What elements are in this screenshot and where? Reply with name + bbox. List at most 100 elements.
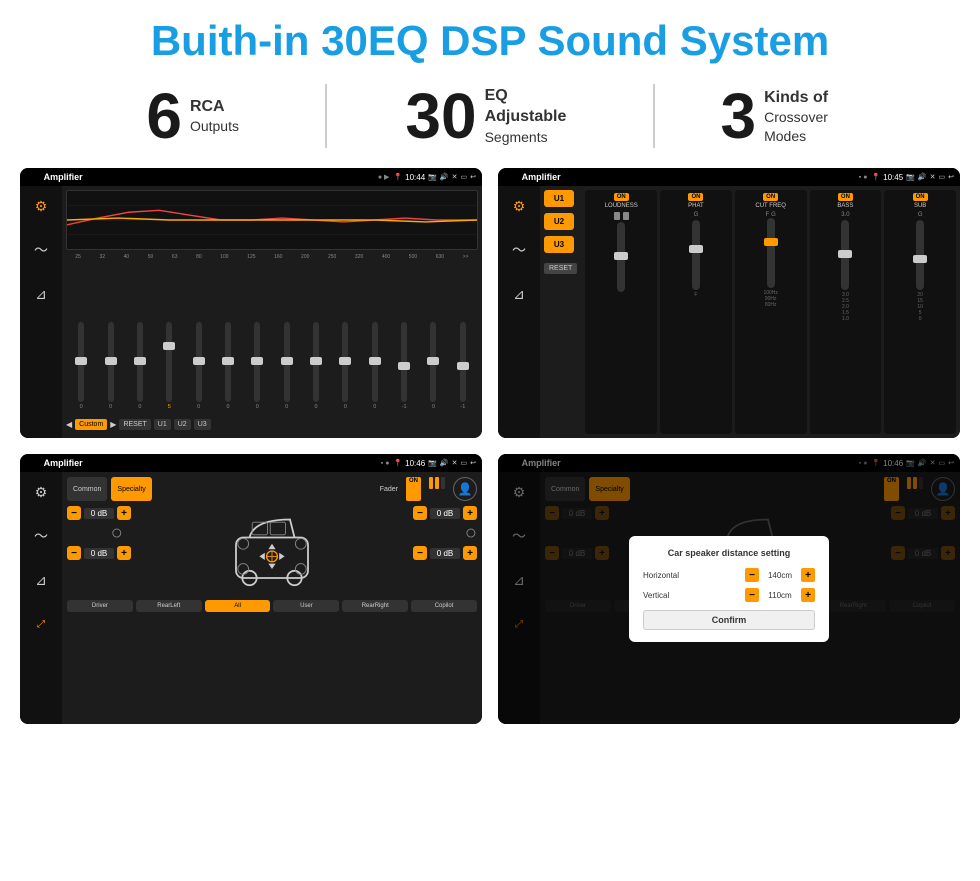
reset-btn[interactable]: RESET — [119, 419, 150, 430]
home-icon[interactable]: ⌂ — [504, 168, 514, 186]
all-btn[interactable]: All — [205, 600, 271, 612]
slider-track[interactable] — [460, 322, 466, 402]
cutfreq-slider[interactable] — [767, 218, 775, 288]
volume-icon[interactable]: ⊿ — [27, 280, 55, 308]
dsp-sidebar: ⚙ 〜 ⊿ — [498, 186, 540, 438]
u2-btn[interactable]: U2 — [174, 419, 191, 430]
slider-track[interactable] — [108, 322, 114, 402]
vol-plus-2[interactable]: + — [117, 546, 131, 560]
eq-sliders: 0 0 0 5 0 — [66, 262, 478, 410]
stat-rca: 6 RCA Outputs — [60, 84, 325, 148]
slider-track[interactable] — [430, 322, 436, 402]
dsp-reset-btn[interactable]: RESET — [544, 263, 577, 274]
slider-track[interactable] — [196, 322, 202, 402]
slider-track[interactable] — [401, 322, 407, 402]
loudness-slider[interactable] — [617, 222, 625, 292]
eq-icon[interactable]: ⚙ — [27, 192, 55, 220]
bass-label: BASS — [837, 203, 853, 209]
stats-row: 6 RCA Outputs 30 EQ Adjustable Segments … — [0, 74, 980, 162]
wave-icon[interactable]: 〜 — [27, 236, 55, 264]
eq-slider-col: 0 — [97, 322, 123, 410]
slider-track[interactable] — [284, 322, 290, 402]
statusbar-icons: 📍 10:44 📷 🔊 ✕ ▭ ↩ — [393, 173, 476, 182]
dsp-sub: ON SUB G 20151050 — [884, 190, 956, 434]
vol-plus-4[interactable]: + — [463, 546, 477, 560]
prev-arrow[interactable]: ◀ — [66, 420, 72, 429]
common-tab[interactable]: Common — [67, 477, 107, 501]
custom-btn[interactable]: Custom — [75, 419, 107, 430]
stat-crossover: 3 Kinds of Crossover Modes — [655, 84, 920, 148]
sub-on[interactable]: ON — [913, 193, 928, 201]
slider-track[interactable] — [225, 322, 231, 402]
horizontal-minus[interactable]: − — [745, 568, 759, 582]
vertical-ctrl: − 110cm + — [745, 588, 815, 602]
u1-btn[interactable]: U1 — [544, 190, 574, 207]
rearright-btn[interactable]: RearRight — [342, 600, 408, 612]
fader-vol-icon[interactable]: ⊿ — [27, 566, 55, 594]
driver-btn[interactable]: Driver — [67, 600, 133, 612]
vertical-minus[interactable]: − — [745, 588, 759, 602]
vertical-plus[interactable]: + — [801, 588, 815, 602]
specialty-tab[interactable]: Specialty — [111, 477, 151, 501]
vol-minus-1[interactable]: − — [67, 506, 81, 520]
vol-val-2: 0 dB — [84, 548, 114, 559]
bass-slider[interactable] — [841, 220, 849, 290]
eq-slider-col: 5 — [156, 322, 182, 410]
stat-number-eq: 30 — [405, 84, 476, 148]
screens-grid: ⌂ Amplifier ● ▶ 📍 10:44 📷 🔊 ✕ ▭ ↩ ⚙ 〜 ⊿ — [0, 162, 980, 734]
cutfreq-on[interactable]: ON — [763, 193, 778, 201]
slider-track[interactable] — [372, 322, 378, 402]
home-icon[interactable]: ⌂ — [26, 168, 36, 186]
slider-track[interactable] — [254, 322, 260, 402]
loudness-on[interactable]: ON — [614, 193, 629, 201]
eq-slider-col: 0 — [127, 322, 153, 410]
vol-minus-4[interactable]: − — [413, 546, 427, 560]
vol-val-3: 0 dB — [430, 508, 460, 519]
confirm-button[interactable]: Confirm — [643, 610, 815, 630]
eq-slider-col: 0 — [185, 322, 211, 410]
slider-track[interactable] — [137, 322, 143, 402]
u3-btn[interactable]: U3 — [544, 236, 574, 253]
stat-label-crossover: Kinds of Crossover Modes — [764, 88, 854, 145]
u2-btn[interactable]: U2 — [544, 213, 574, 230]
dsp-eq-icon[interactable]: ⚙ — [505, 192, 533, 220]
phat-on[interactable]: ON — [688, 193, 703, 201]
dsp-loudness: ON LOUDNESS — [585, 190, 657, 434]
vol-minus-2[interactable]: − — [67, 546, 81, 560]
bass-on[interactable]: ON — [838, 193, 853, 201]
home-icon[interactable]: ⌂ — [26, 454, 36, 472]
vol-plus-3[interactable]: + — [463, 506, 477, 520]
car-svg — [217, 506, 327, 596]
play-arrow[interactable]: ▶ — [110, 420, 116, 429]
vol-ctrl-4: − 0 dB + — [413, 546, 477, 560]
vol-ctrl-2: − 0 dB + — [67, 546, 167, 560]
u1-btn[interactable]: U1 — [154, 419, 171, 430]
fader-eq-icon[interactable]: ⚙ — [27, 478, 55, 506]
dialog-heading: Car speaker distance setting — [643, 548, 815, 558]
sub-slider[interactable] — [916, 220, 924, 290]
user-btn[interactable]: User — [273, 600, 339, 612]
dsp-vol-icon[interactable]: ⊿ — [505, 280, 533, 308]
fader-statusbar: ⌂ Amplifier ▪ ● 📍 10:46 📷 🔊 ✕ ▭ ↩ — [20, 454, 482, 472]
copilot-btn[interactable]: Copilot — [411, 600, 477, 612]
dsp-wave-icon[interactable]: 〜 — [505, 236, 533, 264]
u-buttons: U1 U2 U3 RESET — [544, 190, 577, 434]
u3-btn[interactable]: U3 — [194, 419, 211, 430]
vol-plus-1[interactable]: + — [117, 506, 131, 520]
horizontal-plus[interactable]: + — [801, 568, 815, 582]
phat-slider[interactable] — [692, 220, 700, 290]
eq-main: 25 32 40 50 63 80 100 125 160 200 250 32… — [62, 186, 482, 438]
dsp-phat: ON PHAT G F — [660, 190, 732, 434]
vol-val-4: 0 dB — [430, 548, 460, 559]
rearleft-btn[interactable]: RearLeft — [136, 600, 202, 612]
fader-wave-icon[interactable]: 〜 — [27, 522, 55, 550]
vol-ctrl-1: − 0 dB + — [67, 506, 167, 520]
slider-track[interactable] — [313, 322, 319, 402]
fader-expand-icon[interactable]: ⤢ — [27, 610, 55, 638]
slider-track[interactable] — [78, 322, 84, 402]
sub-label: SUB — [914, 203, 926, 209]
fader-on-badge[interactable]: ON — [406, 477, 421, 501]
vol-minus-3[interactable]: − — [413, 506, 427, 520]
slider-track[interactable] — [166, 322, 172, 402]
slider-track[interactable] — [342, 322, 348, 402]
